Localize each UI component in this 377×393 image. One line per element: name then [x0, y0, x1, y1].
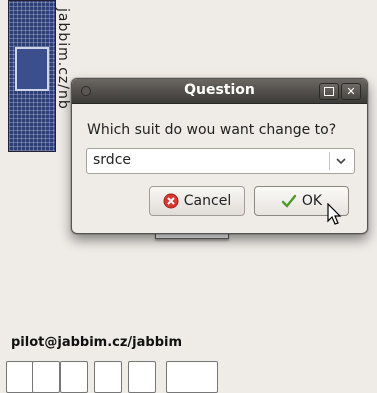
suit-select-value: srdce — [93, 152, 132, 168]
checkmark-icon — [281, 194, 297, 208]
ok-label: OK — [301, 193, 323, 209]
hand-card[interactable] — [128, 361, 156, 393]
hand-card[interactable] — [32, 361, 60, 393]
hand-card[interactable] — [6, 361, 34, 393]
cancel-label: Cancel — [183, 193, 232, 209]
hand-card[interactable] — [166, 361, 218, 393]
combo-separator — [329, 152, 330, 170]
cancel-button[interactable]: Cancel — [149, 186, 245, 216]
hand-card[interactable] — [60, 361, 88, 393]
question-dialog: Question ✕ Which suit do wou want change… — [71, 78, 368, 234]
vertical-jid-text: jabbim.cz/nb — [55, 8, 71, 110]
card-back-pattern — [15, 47, 49, 91]
close-icon[interactable]: ✕ — [341, 83, 361, 100]
hand-card[interactable] — [94, 361, 122, 393]
question-text: Which suit do wou want change to? — [87, 122, 337, 138]
mouse-cursor-icon — [327, 203, 342, 225]
card-hand — [6, 361, 236, 393]
username-label: pilot@jabbim.cz/jabbim — [11, 335, 183, 350]
dialog-titlebar[interactable]: Question ✕ — [72, 79, 367, 104]
maximize-icon[interactable] — [319, 83, 339, 100]
card-back — [8, 0, 56, 152]
cancel-icon — [163, 193, 179, 209]
suit-select[interactable]: srdce — [86, 148, 355, 174]
chevron-down-icon[interactable] — [332, 149, 350, 173]
